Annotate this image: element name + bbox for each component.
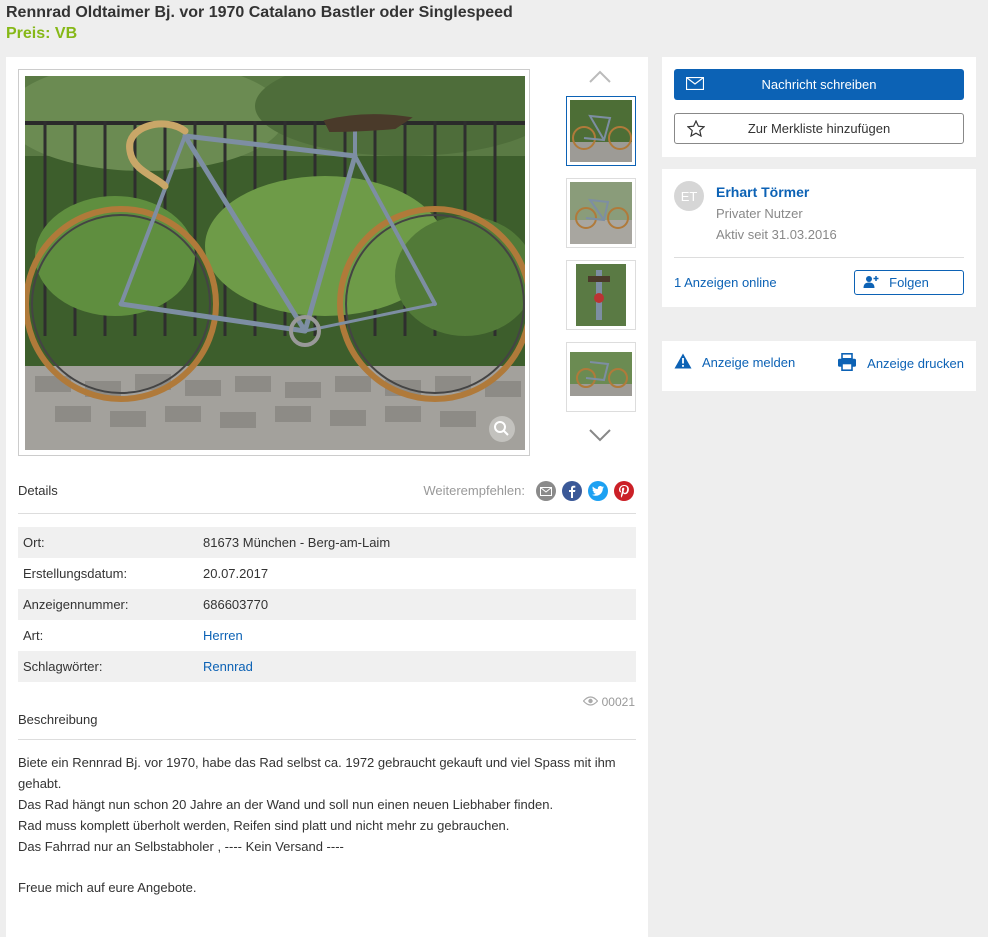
report-ad-link[interactable]: Anzeige melden: [674, 353, 795, 372]
eye-icon: [582, 695, 598, 709]
printer-icon: [837, 353, 857, 374]
seller-type: Privater Nutzer: [716, 206, 803, 221]
email-share-icon[interactable]: [536, 481, 556, 501]
view-counter: 00021: [582, 695, 635, 709]
listing-main-card: Details Weiterempfehlen: Ort: 81673 Münc…: [6, 57, 648, 937]
follow-button[interactable]: Folgen: [854, 270, 964, 295]
detail-row-tags: Schlagwörter: Rennrad: [18, 651, 636, 682]
description-header: Beschreibung: [18, 712, 98, 727]
type-link[interactable]: Herren: [203, 628, 243, 643]
detail-row-type: Art: Herren: [23, 628, 243, 643]
print-ad-link[interactable]: Anzeige drucken: [837, 353, 964, 374]
ads-online-link[interactable]: 1 Anzeigen online: [674, 275, 777, 290]
warning-icon: [674, 353, 692, 372]
detail-row-location: Ort: 81673 München - Berg-am-Laim: [18, 527, 636, 558]
share-icons: [536, 481, 634, 501]
thumbnail-2[interactable]: [566, 178, 636, 248]
contact-card: Nachricht schreiben Zur Merkliste hinzuf…: [662, 57, 976, 157]
star-icon: [686, 119, 706, 140]
details-divider: [18, 513, 636, 514]
chevron-up-icon[interactable]: [587, 69, 613, 85]
seller-active-since: Aktiv seit 31.03.2016: [716, 227, 837, 242]
detail-row-ad-number: Anzeigennummer: 686603770: [18, 589, 636, 620]
share-label: Weiterempfehlen:: [423, 483, 525, 498]
view-count: 00021: [601, 695, 635, 709]
tools-card: Anzeige melden Anzeige drucken: [662, 341, 976, 391]
facebook-icon[interactable]: [562, 481, 582, 501]
twitter-icon[interactable]: [588, 481, 608, 501]
tag-link[interactable]: Rennrad: [203, 659, 253, 674]
send-message-button[interactable]: Nachricht schreiben: [674, 69, 964, 100]
envelope-icon: [685, 76, 705, 93]
listing-title: Rennrad Oldtaimer Bj. vor 1970 Catalano …: [6, 4, 513, 21]
thumbnail-4[interactable]: [566, 342, 636, 412]
add-to-watchlist-button[interactable]: Zur Merkliste hinzufügen: [674, 113, 964, 144]
detail-row-date: Erstellungsdatum: 20.07.2017: [23, 566, 269, 581]
pinterest-icon[interactable]: [614, 481, 634, 501]
details-table: Ort: 81673 München - Berg-am-Laim Erstel…: [18, 527, 636, 682]
seller-divider: [674, 257, 964, 258]
avatar: ET: [674, 181, 704, 211]
chevron-down-icon[interactable]: [587, 427, 613, 443]
follow-user-icon: [863, 275, 879, 292]
main-photo-frame[interactable]: [18, 69, 530, 456]
thumbnail-1[interactable]: [566, 96, 636, 166]
thumbnail-3[interactable]: [566, 260, 636, 330]
description-text: Biete ein Rennrad Bj. vor 1970, habe das…: [18, 755, 616, 895]
seller-card: ET Erhart Törmer Privater Nutzer Aktiv s…: [662, 169, 976, 307]
bicycle-photo[interactable]: [25, 76, 525, 450]
seller-name-link[interactable]: Erhart Törmer: [716, 184, 809, 200]
listing-price: Preis: VB: [6, 25, 78, 42]
zoom-icon[interactable]: [489, 416, 515, 442]
details-header: Details: [18, 483, 58, 498]
description-divider: [18, 739, 636, 740]
